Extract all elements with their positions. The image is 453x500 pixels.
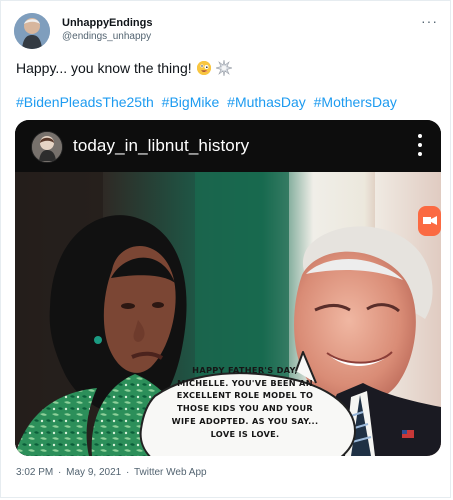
hashtag-link[interactable]: #MothersDay bbox=[314, 94, 397, 110]
author-info: UnhappyEndings @endings_unhappy bbox=[62, 17, 152, 42]
hashtag-list: #BidenPleadsThe25th #BigMike #MuthasDay … bbox=[16, 94, 401, 110]
media-header: today_in_libnut_history bbox=[15, 120, 441, 172]
tweet-body-text: Happy... you know the thing! bbox=[16, 60, 192, 76]
tweet-timestamp: 3:02 PM · May 9, 2021 · Twitter Web App bbox=[16, 467, 207, 478]
tweet-date[interactable]: May 9, 2021 bbox=[66, 467, 121, 478]
hashtag-link[interactable]: #BigMike bbox=[162, 94, 220, 110]
media-profile-avatar bbox=[31, 131, 63, 163]
tweet-time[interactable]: 3:02 PM bbox=[16, 467, 53, 478]
hashtag-link[interactable]: #MuthasDay bbox=[227, 94, 306, 110]
profile-photo-icon bbox=[14, 13, 50, 49]
meta-separator: · bbox=[125, 467, 130, 478]
tweet-card: UnhappyEndings @endings_unhappy ··· Happ… bbox=[0, 0, 451, 498]
meta-separator: · bbox=[58, 467, 62, 478]
more-options-button[interactable]: ··· bbox=[421, 13, 438, 29]
tweet-text: Happy... you know the thing! bbox=[16, 60, 232, 76]
hashtag-link[interactable]: #BidenPleadsThe25th bbox=[16, 94, 154, 110]
media-header-title: today_in_libnut_history bbox=[73, 136, 250, 155]
zany-face-emoji-icon bbox=[196, 61, 211, 75]
speech-bubble-text: Happy Father's Day, Michelle. You've bee… bbox=[171, 365, 319, 439]
tweet-media[interactable]: today_in_libnut_history HAPPY FATHER'S D… bbox=[15, 120, 441, 456]
vertical-more-icon bbox=[418, 134, 422, 156]
dizzy-burst-emoji-icon bbox=[215, 60, 232, 76]
author-display-name[interactable]: UnhappyEndings bbox=[62, 17, 152, 30]
author-avatar[interactable] bbox=[14, 13, 50, 49]
tweet-source-app[interactable]: Twitter Web App bbox=[134, 467, 207, 478]
author-handle[interactable]: @endings_unhappy bbox=[62, 31, 152, 43]
